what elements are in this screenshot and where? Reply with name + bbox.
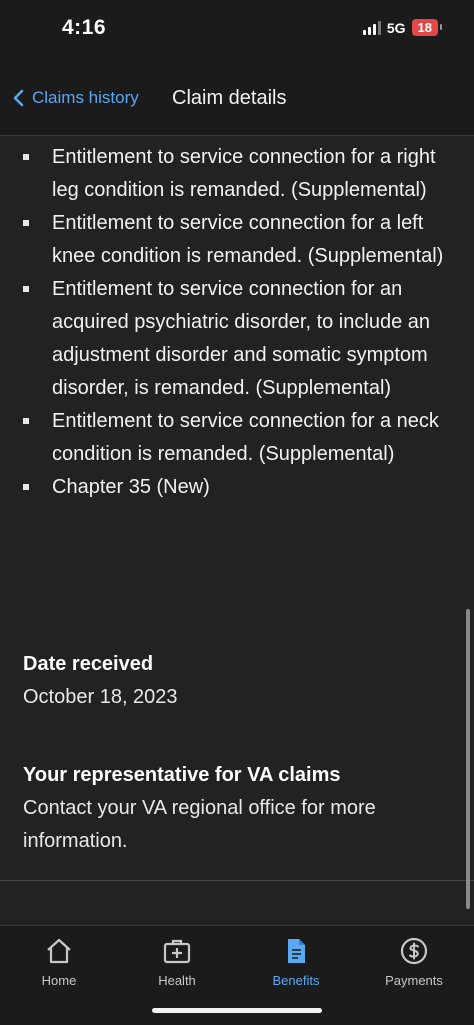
document-icon bbox=[288, 939, 305, 963]
back-label: Claims history bbox=[32, 88, 139, 107]
bullet-icon bbox=[23, 484, 29, 490]
back-button[interactable]: Claims history bbox=[12, 88, 139, 108]
tab-health[interactable]: Health bbox=[122, 934, 232, 990]
chevron-left-icon bbox=[13, 89, 24, 107]
list-item: Entitlement to service connection for a … bbox=[0, 405, 474, 471]
list-item: Entitlement to service connection for an… bbox=[0, 273, 474, 405]
list-item: Entitlement to service connection for a … bbox=[0, 207, 474, 273]
date-received-value: October 18, 2023 bbox=[23, 686, 178, 708]
status-bar: 4:16 5G 18 bbox=[0, 0, 474, 64]
bullet-icon bbox=[23, 220, 29, 226]
tab-label: Home bbox=[41, 973, 77, 988]
status-time: 4:16 bbox=[62, 16, 107, 39]
tab-label: Health bbox=[158, 973, 196, 988]
tab-label: Benefits bbox=[272, 973, 320, 988]
claim-details-content[interactable]: Entitlement to service connection for a … bbox=[0, 137, 474, 925]
list-item: Entitlement to service connection for a … bbox=[0, 141, 474, 207]
representative-section: Your representative for VA claims Contac… bbox=[23, 759, 453, 858]
status-indicators: 5G 18 bbox=[362, 19, 443, 36]
tab-home[interactable]: Home bbox=[4, 934, 114, 990]
tab-label: Payments bbox=[385, 973, 443, 988]
bullet-icon bbox=[23, 154, 29, 160]
date-received-section: Date received October 18, 2023 bbox=[23, 648, 453, 714]
divider bbox=[0, 880, 474, 881]
scrollbar[interactable] bbox=[466, 609, 470, 909]
bullet-icon bbox=[23, 286, 29, 292]
representative-title: Your representative for VA claims bbox=[23, 764, 341, 786]
date-received-title: Date received bbox=[23, 653, 154, 675]
navigation-bar: Claims history Claim details bbox=[0, 64, 474, 136]
issues-list: Entitlement to service connection for a … bbox=[0, 141, 474, 504]
tab-payments[interactable]: Payments bbox=[359, 934, 469, 990]
bullet-icon bbox=[23, 418, 29, 424]
home-icon bbox=[47, 938, 71, 964]
home-indicator[interactable] bbox=[152, 1008, 322, 1013]
network-label: 5G bbox=[386, 19, 406, 36]
page-title: Claim details bbox=[172, 87, 287, 109]
battery-icon: 18 bbox=[411, 19, 443, 36]
signal-icon bbox=[362, 20, 381, 35]
representative-body: Contact your VA regional office for more… bbox=[23, 797, 376, 852]
list-item: Chapter 35 (New) bbox=[0, 471, 474, 504]
tab-benefits[interactable]: Benefits bbox=[241, 934, 351, 990]
medical-kit-icon bbox=[163, 939, 191, 964]
dollar-icon bbox=[400, 937, 428, 965]
